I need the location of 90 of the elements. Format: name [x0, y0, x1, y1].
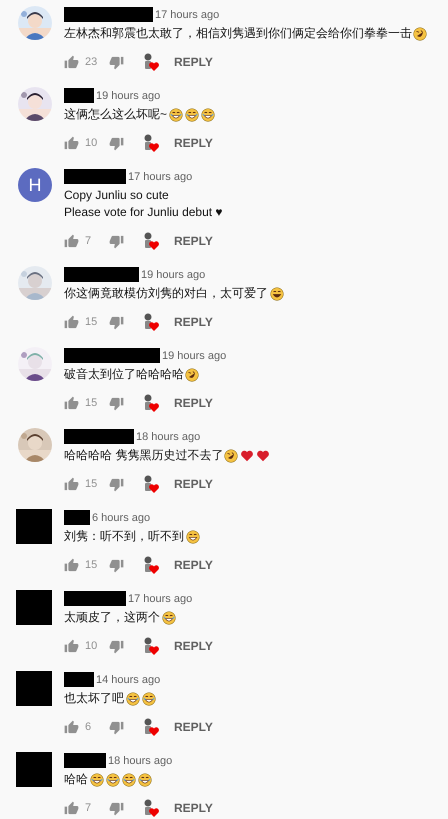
laughing-face-icon [142, 692, 156, 706]
redaction-bar [64, 88, 94, 103]
redaction-box [16, 590, 52, 625]
comment-time: 17 hours ago [128, 593, 192, 606]
like-icon[interactable] [64, 396, 79, 410]
like-icon[interactable] [64, 638, 79, 654]
dislike-icon[interactable] [109, 234, 124, 248]
comment-time: 19 hours ago [162, 350, 226, 363]
like-count: 15 [85, 314, 98, 330]
dislike-icon[interactable] [109, 638, 124, 654]
like-icon[interactable] [64, 800, 79, 816]
comment-time: 18 hours ago [108, 755, 172, 768]
dislike-icon[interactable] [109, 136, 124, 150]
comment-time: 18 hours ago [136, 431, 200, 444]
laughing-face-icon [413, 26, 427, 40]
comment-text: 破音太到位了哈哈哈哈 [64, 366, 184, 383]
like-count: 7 [85, 234, 92, 249]
comment-text: 哈哈哈哈 隽隽黑历史过不去了 [64, 447, 224, 464]
comment-time: 17 hours ago [155, 9, 220, 22]
redaction-bar [64, 753, 106, 768]
like-count: 10 [85, 638, 98, 654]
laughing-face-icon [90, 772, 104, 786]
like-icon[interactable] [64, 234, 79, 248]
reply-button[interactable]: REPLY [174, 232, 213, 250]
heart-icon [256, 448, 270, 462]
like-icon[interactable] [64, 136, 79, 150]
reply-button[interactable]: REPLY [174, 637, 213, 655]
like-icon[interactable] [64, 558, 79, 572]
dislike-icon[interactable] [109, 54, 124, 70]
dislike-icon[interactable] [109, 720, 124, 734]
comment-text: 哈哈 [64, 771, 88, 788]
reply-button[interactable]: REPLY [174, 475, 213, 493]
laughing-face-icon [106, 772, 120, 786]
dislike-icon[interactable] [109, 558, 124, 572]
comment-time: 17 hours ago [128, 171, 192, 184]
dislike-icon[interactable] [109, 476, 124, 492]
redaction-bar [64, 591, 126, 606]
heart-icon [240, 448, 254, 462]
redaction-box [16, 752, 52, 787]
comment-text: 左林杰和郭震也太敢了，相信刘隽遇到你们俩定会给你们拳拳一击 [64, 25, 412, 42]
dislike-icon[interactable] [109, 314, 124, 330]
like-icon[interactable] [64, 54, 79, 70]
reply-button[interactable]: REPLY [174, 53, 213, 71]
comment-text: 也太坏了吧 [64, 690, 124, 707]
like-count: 15 [85, 476, 98, 492]
comment-text: 你这俩竟敢模仿刘隽的对白，太可爱了 [64, 285, 268, 302]
like-count: 15 [85, 558, 98, 573]
like-icon[interactable] [64, 476, 79, 492]
comment-time: 6 hours ago [92, 512, 150, 525]
grinning-face-icon [186, 530, 200, 544]
reply-button[interactable]: REPLY [174, 718, 213, 736]
comment-time: 19 hours ago [141, 269, 206, 282]
comment-text: 太顽皮了，这两个 [64, 609, 160, 626]
laughing-face-icon [185, 368, 199, 382]
like-icon[interactable] [64, 314, 79, 330]
like-count: 15 [85, 396, 98, 411]
laughing-face-icon [138, 772, 152, 786]
like-count: 10 [85, 136, 98, 151]
comment-text: 这俩怎么这么坏呢~ [64, 106, 168, 123]
laughing-face-icon [185, 108, 200, 122]
smiling-face-icon [270, 286, 284, 300]
like-count: 7 [85, 800, 92, 816]
redaction-box [16, 671, 52, 706]
dislike-icon[interactable] [109, 800, 124, 816]
laughing-face-icon [224, 448, 238, 462]
comment-time: 14 hours ago [96, 674, 160, 687]
redaction-box [16, 509, 52, 544]
laughing-face-icon [162, 610, 176, 624]
laughing-face-icon [201, 108, 216, 122]
reply-button[interactable]: REPLY [174, 134, 213, 152]
reply-button[interactable]: REPLY [174, 799, 213, 817]
redaction-bar [64, 169, 126, 184]
comment-time: 19 hours ago [96, 90, 160, 103]
laughing-face-icon [169, 108, 184, 122]
comment-text: Please vote for Junliu debut ♥ [64, 204, 223, 221]
redaction-bar [64, 672, 94, 687]
like-icon[interactable] [64, 720, 79, 734]
like-count: 6 [85, 720, 92, 735]
like-count: 23 [85, 54, 98, 70]
redaction-bar [64, 429, 134, 444]
comment-text: Copy Junliu so cute [64, 187, 169, 204]
comment-text: 刘隽：听不到，听不到 [64, 528, 184, 545]
reply-button[interactable]: REPLY [174, 313, 213, 331]
laughing-face-icon [126, 692, 140, 706]
avatar: H [18, 168, 52, 202]
reply-button[interactable]: REPLY [174, 556, 213, 574]
redaction-bar [64, 510, 90, 525]
reply-button[interactable]: REPLY [174, 394, 213, 412]
laughing-face-icon [122, 772, 136, 786]
dislike-icon[interactable] [109, 396, 124, 410]
